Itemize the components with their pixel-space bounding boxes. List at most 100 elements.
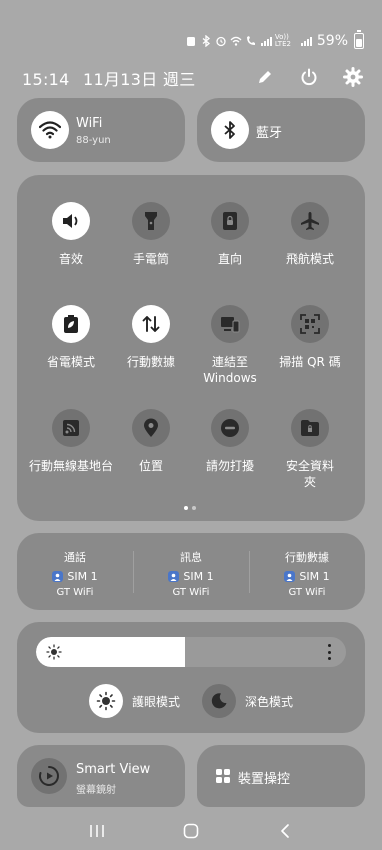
flashlight-icon xyxy=(145,212,157,230)
qs-qr-scan[interactable]: 掃描 QR 碼 xyxy=(265,305,355,370)
do-not-disturb-icon xyxy=(221,419,239,437)
wifi-status-icon xyxy=(230,36,242,46)
date: 11月13日 週三 xyxy=(83,70,196,89)
eye-comfort-toggle[interactable] xyxy=(89,684,123,718)
alarm-icon xyxy=(216,36,226,47)
qs-portrait[interactable]: 直向 xyxy=(185,202,275,267)
sim-call-title: 通話 xyxy=(64,551,86,564)
more-options-icon[interactable] xyxy=(326,644,332,660)
qs-secure-folder[interactable]: 安全資料夾 xyxy=(265,409,355,490)
qs-mobile-data-toggle[interactable] xyxy=(132,305,170,343)
brightness-panel: 護眼模式 深色模式 xyxy=(17,622,365,733)
brightness-slider[interactable] xyxy=(36,637,346,667)
back-button[interactable] xyxy=(270,816,300,846)
recents-button[interactable] xyxy=(82,816,112,846)
qs-secure-folder-toggle[interactable] xyxy=(291,409,329,447)
eye-comfort-button[interactable]: 護眼模式 xyxy=(89,684,180,718)
qs-label: 位置 xyxy=(138,459,163,473)
qs-airplane-toggle[interactable] xyxy=(291,202,329,240)
eye-comfort-icon xyxy=(96,691,116,711)
qs-label: 音效 xyxy=(58,252,83,266)
bluetooth-toggle[interactable] xyxy=(211,111,249,149)
wifi-tile[interactable]: WiFi 88-yun xyxy=(17,98,185,162)
dark-mode-icon xyxy=(211,693,227,709)
clock: 15:14 xyxy=(22,70,70,89)
airplane-icon xyxy=(301,212,319,230)
bluetooth-status-icon xyxy=(202,35,210,47)
qs-label: 安全資料夾 xyxy=(285,459,334,489)
header-actions xyxy=(250,64,368,90)
back-icon xyxy=(281,824,289,838)
qs-label: 行動無線基地台 xyxy=(28,459,113,473)
qs-flashlight-toggle[interactable] xyxy=(132,202,170,240)
sim-call-network: GT WiFi xyxy=(56,587,94,598)
page-dot-active xyxy=(184,506,188,510)
qs-power-saving-toggle[interactable] xyxy=(52,305,90,343)
bluetooth-icon xyxy=(224,121,235,139)
secure-folder-icon xyxy=(301,420,319,436)
qs-portrait-toggle[interactable] xyxy=(211,202,249,240)
edit-icon xyxy=(259,71,271,83)
signal-icon-2 xyxy=(300,37,312,46)
qs-label: 行動數據 xyxy=(126,355,175,369)
sim-call[interactable]: 通話 SIM 1 GT WiFi xyxy=(17,533,133,610)
sim-card-icon xyxy=(52,571,64,582)
power-saving-icon xyxy=(64,315,78,333)
qs-label: 請勿打擾 xyxy=(205,459,254,473)
sim-messages-title: 訊息 xyxy=(180,551,202,564)
sim-mobile-data-network: GT WiFi xyxy=(288,587,326,598)
sim-mobile-data-title: 行動數據 xyxy=(285,551,329,564)
qs-airplane[interactable]: 飛航模式 xyxy=(265,202,355,267)
qs-label: 掃描 QR 碼 xyxy=(279,355,341,369)
qs-link-windows-toggle[interactable] xyxy=(211,305,249,343)
brightness-icon xyxy=(46,644,62,660)
wifi-toggle[interactable] xyxy=(31,111,69,149)
power-button[interactable] xyxy=(294,64,324,90)
quick-settings-grid: 音效 手電筒 直向 飛航模式 省電模式 行動數據 連結至 Windows 掃描 … xyxy=(17,175,365,521)
qs-location-toggle[interactable] xyxy=(132,409,170,447)
qs-power-saving[interactable]: 省電模式 xyxy=(26,305,116,370)
qs-hotspot[interactable]: 行動無線基地台 xyxy=(26,409,116,474)
qs-do-not-disturb[interactable]: 請勿打擾 xyxy=(185,409,275,474)
settings-button[interactable] xyxy=(338,64,368,90)
qs-sound-toggle[interactable] xyxy=(52,202,90,240)
qs-label: 飛航模式 xyxy=(285,252,334,266)
notification-icon xyxy=(186,37,195,46)
call-icon xyxy=(246,36,255,45)
edit-button[interactable] xyxy=(250,64,280,90)
qs-qr-scan-toggle[interactable] xyxy=(291,305,329,343)
sim-mobile-data-sim: SIM 1 xyxy=(299,570,330,583)
network-label: Vo)) LTE2 xyxy=(274,33,291,48)
sim-card-icon xyxy=(168,571,180,582)
smart-view-subtitle: 螢幕鏡射 xyxy=(76,785,116,796)
qs-label: 省電模式 xyxy=(46,355,95,369)
smart-view-tile[interactable]: Smart View 螢幕鏡射 xyxy=(17,745,185,807)
qr-scan-icon xyxy=(300,314,320,334)
qs-dnd-toggle[interactable] xyxy=(211,409,249,447)
sim-settings-panel: 通話 SIM 1 GT WiFi 訊息 SIM 1 GT WiFi 行動數據 S… xyxy=(17,533,365,610)
qs-sound[interactable]: 音效 xyxy=(26,202,116,267)
smart-view-icon xyxy=(39,766,59,786)
hotspot-icon xyxy=(63,420,79,436)
device-control-icon xyxy=(216,769,230,783)
qs-link-windows[interactable]: 連結至 Windows xyxy=(185,305,275,386)
home-button[interactable] xyxy=(176,816,206,846)
qs-location[interactable]: 位置 xyxy=(106,409,196,474)
date-time: 15:14 11月13日 週三 xyxy=(22,66,196,90)
battery-icon xyxy=(354,30,364,49)
qs-hotspot-toggle[interactable] xyxy=(52,409,90,447)
device-control-title: 裝置操控 xyxy=(238,772,291,787)
device-control-tile[interactable]: 裝置操控 xyxy=(197,745,365,807)
qs-flashlight[interactable]: 手電筒 xyxy=(106,202,196,267)
qs-label: 連結至 Windows xyxy=(203,355,257,385)
qs-mobile-data[interactable]: 行動數據 xyxy=(106,305,196,370)
sim-messages[interactable]: 訊息 SIM 1 GT WiFi xyxy=(133,533,249,610)
qs-label: 手電筒 xyxy=(132,252,169,266)
sim-mobile-data[interactable]: 行動數據 SIM 1 GT WiFi xyxy=(249,533,365,610)
bluetooth-tile[interactable]: 藍牙 xyxy=(197,98,365,162)
recents-icon xyxy=(90,825,104,837)
dark-mode-button[interactable]: 深色模式 xyxy=(202,684,293,718)
dark-mode-toggle[interactable] xyxy=(202,684,236,718)
smart-view-toggle[interactable] xyxy=(31,758,67,794)
wifi-icon xyxy=(39,121,61,139)
